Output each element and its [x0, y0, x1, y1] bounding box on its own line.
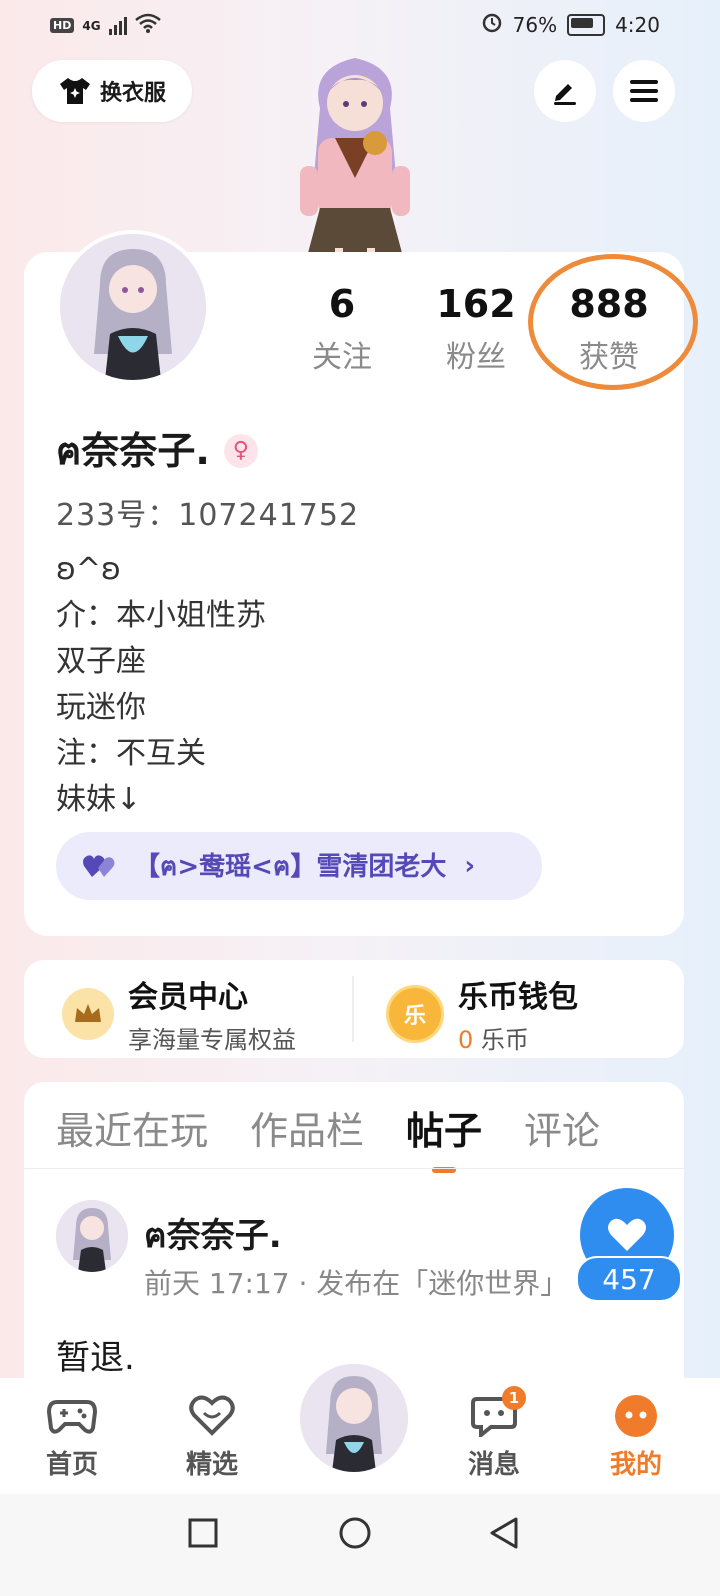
username-row: ฅ奈奈子. ♀ — [56, 420, 258, 481]
following-label: 关注 — [312, 340, 372, 375]
profile-face-icon — [615, 1395, 657, 1437]
nav-mine[interactable]: 我的 — [586, 1392, 686, 1481]
profile-avatar[interactable] — [56, 230, 210, 384]
post-author-avatar[interactable] — [56, 1200, 128, 1272]
heart-outline-icon — [189, 1395, 235, 1436]
network-type: 4G — [82, 18, 101, 33]
heart-icon — [608, 1218, 646, 1251]
character-avatar-3d[interactable] — [280, 48, 430, 276]
hd-indicator: HD — [50, 18, 75, 33]
bio-line: 妹妹↓ — [56, 782, 142, 817]
member-wallet-card: 会员中心 享海量专属权益 乐 乐币钱包 0 乐币 — [24, 960, 684, 1058]
bio-line: 介：本小姐性苏 — [56, 598, 266, 633]
highlight-circle-annotation — [528, 254, 698, 390]
battery-icon — [567, 13, 606, 36]
member-center-button[interactable]: 会员中心 享海量专属权益 — [62, 972, 296, 1055]
followers-stat[interactable]: 162 粉丝 — [416, 282, 536, 376]
alarm-icon — [481, 11, 503, 38]
wallet-unit: 乐币 — [480, 1026, 529, 1054]
menu-button[interactable] — [613, 60, 675, 122]
bio-line: 双子座 — [56, 644, 146, 679]
bio-line: ʚ^ʚ — [56, 552, 121, 587]
post-author-name[interactable]: ฅ奈奈子. — [144, 1208, 282, 1262]
change-outfit-label: 换衣服 — [99, 81, 166, 106]
wifi-icon — [134, 13, 161, 38]
back-triangle-icon[interactable] — [488, 1516, 520, 1550]
shirt-icon — [59, 78, 90, 104]
nav-featured-label: 精选 — [185, 1450, 238, 1480]
coin-icon: 乐 — [386, 984, 444, 1043]
nav-mine-label: 我的 — [609, 1450, 662, 1480]
wallet-balance: 0 乐币 — [458, 1020, 578, 1055]
nav-featured[interactable]: 精选 — [162, 1392, 262, 1481]
gamepad-icon — [47, 1400, 97, 1434]
followers-count: 162 — [436, 282, 516, 326]
battery-percent: 76% — [512, 12, 558, 37]
like-count: 457 — [576, 1256, 682, 1302]
member-center-title: 会员中心 — [128, 980, 248, 1015]
member-center-subtitle: 享海量专属权益 — [128, 1026, 296, 1054]
tab-recently-played[interactable]: 最近在玩 — [56, 1100, 208, 1155]
tab-divider — [24, 1168, 684, 1169]
post-body[interactable]: 暂退. — [56, 1330, 135, 1379]
bio: ʚ^ʚ 介：本小姐性苏 双子座 玩迷你 注：不互关 妹妹↓ — [56, 547, 266, 823]
nav-messages-label: 消息 — [467, 1450, 520, 1480]
nav-home-label: 首页 — [45, 1450, 98, 1480]
bio-line: 注：不互关 — [56, 736, 206, 771]
tab-works[interactable]: 作品栏 — [250, 1100, 364, 1155]
home-circle-icon[interactable] — [338, 1516, 372, 1550]
guild-name: 【ฅ>鸯瑶<ฅ】雪清团老大 — [134, 851, 447, 882]
wallet-amount: 0 — [458, 1026, 474, 1054]
following-count: 6 — [328, 282, 356, 326]
divider — [352, 976, 354, 1042]
crown-icon — [62, 987, 114, 1040]
bio-line: 玩迷你 — [56, 690, 146, 725]
female-gender-icon: ♀ — [223, 433, 258, 468]
tab-comments[interactable]: 评论 — [524, 1100, 600, 1155]
signal-icon — [108, 16, 127, 35]
clock: 4:20 — [615, 12, 660, 37]
system-nav-bar — [0, 1494, 720, 1596]
profile-tabs: 最近在玩 作品栏 帖子 评论 — [56, 1100, 642, 1173]
hamburger-icon — [630, 80, 658, 102]
status-bar: HD 4G 76% 4:20 — [0, 0, 720, 50]
double-heart-icon — [83, 855, 115, 877]
username: ฅ奈奈子. — [56, 429, 210, 473]
recent-apps-icon[interactable] — [188, 1518, 218, 1548]
guild-badge-button[interactable]: 【ฅ>鸯瑶<ฅ】雪清团老大 › — [56, 832, 542, 900]
nav-messages[interactable]: 1 消息 — [444, 1386, 544, 1481]
change-outfit-button[interactable]: 换衣服 — [32, 60, 192, 122]
pen-icon — [554, 84, 576, 105]
messages-badge: 1 — [502, 1386, 526, 1410]
wallet-title: 乐币钱包 — [458, 980, 578, 1015]
post-meta: 前天 17:17 · 发布在「迷你世界」 — [144, 1267, 569, 1300]
chevron-right-icon: › — [464, 851, 476, 881]
wallet-button[interactable]: 乐 乐币钱包 0 乐币 — [386, 972, 578, 1055]
tab-posts[interactable]: 帖子 — [406, 1100, 482, 1173]
followers-label: 粉丝 — [446, 340, 506, 375]
user-id: 233号：107241752 — [56, 498, 360, 533]
following-stat[interactable]: 6 关注 — [282, 282, 402, 376]
nav-home[interactable]: 首页 — [22, 1392, 122, 1481]
nav-center-avatar[interactable] — [300, 1364, 408, 1472]
edit-profile-button[interactable] — [534, 60, 596, 122]
